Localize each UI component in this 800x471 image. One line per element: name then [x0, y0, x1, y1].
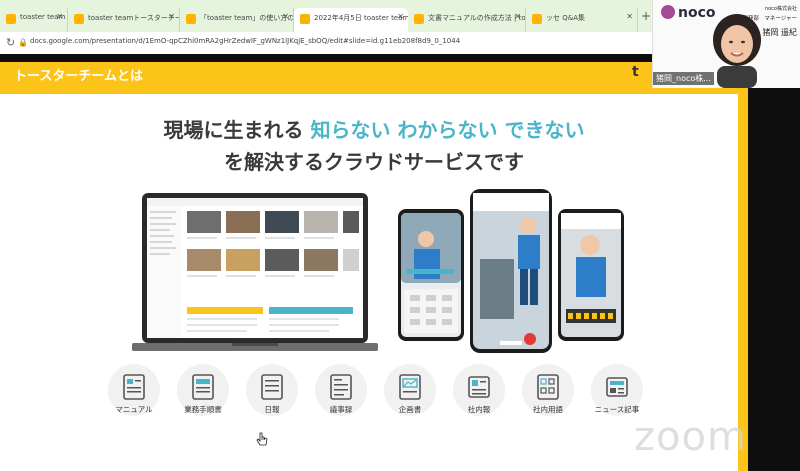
feature-newsletter: 社内報: [449, 364, 509, 416]
hand-cursor-icon: [256, 432, 268, 446]
tab-favicon-icon: [74, 14, 84, 24]
feature-icons: マニュアル 業務手順書 日報 議事録 企画書 社内報 社内用語 ニュース記事: [104, 364, 644, 424]
url-field[interactable]: docs.google.com/presentation/d/1EmO-qpCZ…: [30, 37, 460, 45]
phone-mockup-right: [558, 209, 624, 341]
noco-logo-icon: [661, 5, 675, 19]
toaster-logo: t: [620, 64, 639, 80]
phone-mockup-center: [470, 189, 552, 353]
headline-line1: 現場に生まれる 知らない わからない できない: [163, 118, 585, 142]
daily-report-icon: [261, 374, 283, 400]
browser-tab-active[interactable]: 2022年4月5日 toaster teamご紹介 ✕: [294, 8, 408, 32]
news-icon: [606, 377, 628, 397]
tab-favicon-icon: [414, 14, 424, 24]
browser-tab[interactable]: ッセ Q&A集 ✕: [526, 8, 638, 32]
proposal-icon: [399, 374, 421, 400]
feature-glossary: 社内用語: [518, 364, 578, 416]
procedure-icon: [192, 374, 214, 400]
feature-proposal: 企画書: [380, 364, 440, 416]
feature-minutes: 議事録: [311, 364, 371, 416]
glossary-icon: [537, 374, 559, 400]
feature-label: 日報: [264, 405, 280, 414]
lock-icon: 🔒: [18, 38, 28, 47]
minutes-icon: [330, 374, 352, 400]
phone-screen: [401, 213, 461, 337]
reload-icon[interactable]: ↻: [6, 36, 15, 49]
headline-accent: 知らない わからない できない: [310, 118, 585, 142]
tab-close-icon[interactable]: ✕: [168, 12, 175, 21]
participant-name-label: 猪岡_noco株...: [653, 72, 714, 85]
laptop-mockup: [132, 193, 378, 351]
browser-tab[interactable]: toaster team ✕: [0, 8, 68, 32]
feature-manual: マニュアル: [104, 364, 164, 416]
webcam-tile: noco noco株式会社 ース開発部 マネージャー 猪岡 遥紀 猪岡_noco…: [652, 0, 800, 88]
phone-mockup-left: [398, 209, 464, 341]
tab-close-icon[interactable]: ✕: [282, 12, 289, 21]
feature-news: ニュース記事: [587, 364, 647, 416]
tab-close-icon[interactable]: ✕: [514, 12, 521, 21]
feature-label: 企画書: [398, 405, 422, 414]
tab-close-icon[interactable]: ✕: [56, 12, 63, 21]
tab-close-icon[interactable]: ✕: [397, 12, 404, 21]
browser-tab[interactable]: toaster teamトースターチーム | マ... ✕: [68, 8, 180, 32]
toaster-logo-icon: [620, 65, 630, 77]
slide-title: トースターチームとは: [0, 62, 166, 94]
feature-label: 社内報: [467, 405, 491, 414]
zoom-watermark: zoom: [634, 414, 747, 460]
phone-screen: [473, 193, 549, 349]
feature-daily-report: 日報: [242, 364, 302, 416]
tab-close-icon[interactable]: ✕: [626, 12, 633, 21]
browser-tab[interactable]: 文書マニュアルの作成方法 | toaster ✕: [408, 8, 526, 32]
address-bar: ↻ 🔒 docs.google.com/presentation/d/1EmO-…: [0, 32, 652, 55]
feature-label: 議事録: [329, 405, 353, 414]
slides-favicon-icon: [300, 14, 310, 24]
tab-favicon-icon: [532, 14, 542, 24]
feature-procedure: 業務手順書: [173, 364, 233, 416]
tab-bar: toaster team ✕ toaster teamトースターチーム | マ.…: [0, 0, 652, 32]
new-tab-button[interactable]: +: [641, 9, 651, 23]
tab-favicon-icon: [186, 14, 196, 24]
phone-screen: [561, 213, 621, 337]
headline-line2: を解決するクラウドサービスです: [224, 150, 524, 174]
feature-label: 業務手順書: [184, 405, 222, 414]
feature-label: 社内用語: [533, 405, 563, 414]
tab-favicon-icon: [6, 14, 16, 24]
browser-tab[interactable]: 「toaster team」の使い方のヘルプ集 ✕: [180, 8, 294, 32]
newsletter-icon: [468, 376, 490, 398]
feature-label: マニュアル: [115, 405, 153, 414]
manual-icon: [123, 374, 145, 400]
